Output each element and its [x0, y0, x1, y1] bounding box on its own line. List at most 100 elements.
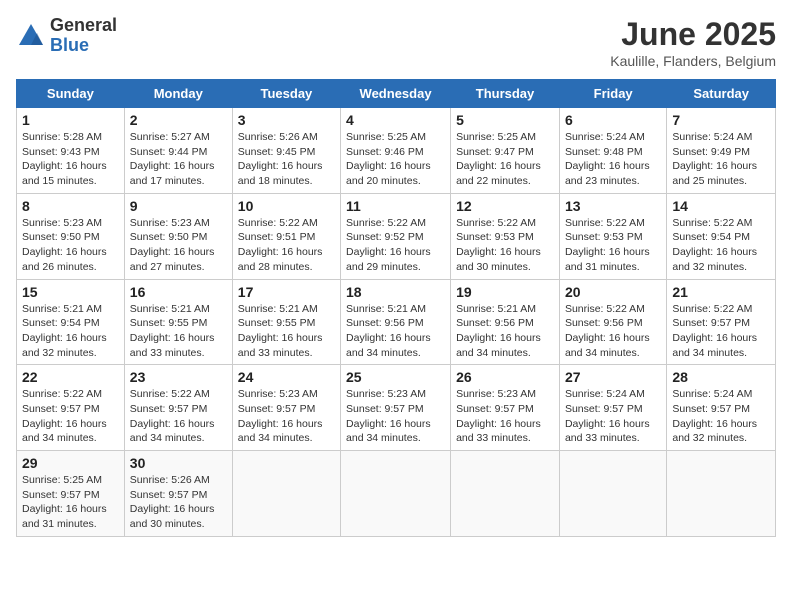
calendar-cell: 19Sunrise: 5:21 AMSunset: 9:56 PMDayligh… [451, 279, 560, 365]
day-info: Sunrise: 5:22 AMSunset: 9:52 PMDaylight:… [346, 216, 445, 275]
calendar-cell: 29 Sunrise: 5:25 AMSunset: 9:57 PMDayligh… [17, 451, 125, 537]
day-number: 21 [672, 284, 770, 300]
day-info: Sunrise: 5:22 AMSunset: 9:57 PMDaylight:… [672, 302, 770, 361]
header-monday: Monday [124, 80, 232, 108]
title-block: June 2025 Kaulille, Flanders, Belgium [610, 16, 776, 69]
day-info: Sunrise: 5:23 AMSunset: 9:50 PMDaylight:… [22, 216, 119, 275]
calendar-cell: 21 Sunrise: 5:22 AMSunset: 9:57 PMDayligh… [667, 279, 776, 365]
day-info: Sunrise: 5:21 AMSunset: 9:56 PMDaylight:… [346, 302, 445, 361]
month-title: June 2025 [610, 16, 776, 53]
day-number: 13 [565, 198, 661, 214]
day-info: Sunrise: 5:24 AMSunset: 9:48 PMDaylight:… [565, 130, 661, 189]
calendar-table: SundayMondayTuesdayWednesdayThursdayFrid… [16, 79, 776, 537]
header-saturday: Saturday [667, 80, 776, 108]
calendar-cell [341, 451, 451, 537]
header-thursday: Thursday [451, 80, 560, 108]
calendar-cell: 15 Sunrise: 5:21 AMSunset: 9:54 PMDayligh… [17, 279, 125, 365]
logo-icon [16, 21, 46, 51]
day-number: 6 [565, 112, 661, 128]
logo: General Blue [16, 16, 117, 56]
day-number: 28 [672, 369, 770, 385]
day-info: Sunrise: 5:24 AMSunset: 9:57 PMDaylight:… [565, 387, 661, 446]
day-info: Sunrise: 5:23 AMSunset: 9:57 PMDaylight:… [346, 387, 445, 446]
day-number: 3 [238, 112, 335, 128]
day-number: 8 [22, 198, 119, 214]
day-number: 18 [346, 284, 445, 300]
calendar-week-row: 29 Sunrise: 5:25 AMSunset: 9:57 PMDayligh… [17, 451, 776, 537]
day-number: 23 [130, 369, 227, 385]
calendar-cell: 5Sunrise: 5:25 AMSunset: 9:47 PMDaylight… [451, 108, 560, 194]
calendar-cell: 30 Sunrise: 5:26 AMSunset: 9:57 PMDayligh… [124, 451, 232, 537]
calendar-header-row: SundayMondayTuesdayWednesdayThursdayFrid… [17, 80, 776, 108]
calendar-cell: 3Sunrise: 5:26 AMSunset: 9:45 PMDaylight… [232, 108, 340, 194]
day-info: Sunrise: 5:21 AMSunset: 9:54 PMDaylight:… [22, 302, 119, 361]
calendar-cell: 23 Sunrise: 5:22 AMSunset: 9:57 PMDayligh… [124, 365, 232, 451]
day-number: 22 [22, 369, 119, 385]
calendar-week-row: 1 Sunrise: 5:28 AMSunset: 9:43 PMDaylight… [17, 108, 776, 194]
day-info: Sunrise: 5:24 AMSunset: 9:57 PMDaylight:… [672, 387, 770, 446]
day-number: 15 [22, 284, 119, 300]
calendar-cell: 24 Sunrise: 5:23 AMSunset: 9:57 PMDayligh… [232, 365, 340, 451]
day-number: 7 [672, 112, 770, 128]
day-info: Sunrise: 5:22 AMSunset: 9:56 PMDaylight:… [565, 302, 661, 361]
logo-text: General Blue [50, 16, 117, 56]
day-number: 9 [130, 198, 227, 214]
page-header: General Blue June 2025 Kaulille, Flander… [16, 16, 776, 69]
day-number: 30 [130, 455, 227, 471]
calendar-cell: 16 Sunrise: 5:21 AMSunset: 9:55 PMDayligh… [124, 279, 232, 365]
day-info: Sunrise: 5:28 AMSunset: 9:43 PMDaylight:… [22, 130, 119, 189]
day-number: 24 [238, 369, 335, 385]
calendar-cell: 6 Sunrise: 5:24 AMSunset: 9:48 PMDaylight… [559, 108, 666, 194]
day-number: 25 [346, 369, 445, 385]
day-info: Sunrise: 5:21 AMSunset: 9:55 PMDaylight:… [130, 302, 227, 361]
day-number: 10 [238, 198, 335, 214]
header-wednesday: Wednesday [341, 80, 451, 108]
day-number: 26 [456, 369, 554, 385]
location-label: Kaulille, Flanders, Belgium [610, 53, 776, 69]
calendar-cell [232, 451, 340, 537]
calendar-cell: 28 Sunrise: 5:24 AMSunset: 9:57 PMDayligh… [667, 365, 776, 451]
calendar-cell: 18 Sunrise: 5:21 AMSunset: 9:56 PMDayligh… [341, 279, 451, 365]
calendar-cell [451, 451, 560, 537]
calendar-week-row: 15 Sunrise: 5:21 AMSunset: 9:54 PMDayligh… [17, 279, 776, 365]
day-info: Sunrise: 5:25 AMSunset: 9:57 PMDaylight:… [22, 473, 119, 532]
calendar-cell: 11 Sunrise: 5:22 AMSunset: 9:52 PMDayligh… [341, 193, 451, 279]
logo-blue-label: Blue [50, 36, 117, 56]
day-number: 4 [346, 112, 445, 128]
header-sunday: Sunday [17, 80, 125, 108]
calendar-cell: 14Sunrise: 5:22 AMSunset: 9:54 PMDayligh… [667, 193, 776, 279]
day-info: Sunrise: 5:27 AMSunset: 9:44 PMDaylight:… [130, 130, 227, 189]
day-number: 1 [22, 112, 119, 128]
calendar-cell [667, 451, 776, 537]
day-info: Sunrise: 5:22 AMSunset: 9:57 PMDaylight:… [22, 387, 119, 446]
day-info: Sunrise: 5:21 AMSunset: 9:56 PMDaylight:… [456, 302, 554, 361]
calendar-cell: 10Sunrise: 5:22 AMSunset: 9:51 PMDayligh… [232, 193, 340, 279]
calendar-cell: 2Sunrise: 5:27 AMSunset: 9:44 PMDaylight… [124, 108, 232, 194]
calendar-cell: 17 Sunrise: 5:21 AMSunset: 9:55 PMDayligh… [232, 279, 340, 365]
day-number: 20 [565, 284, 661, 300]
calendar-cell: 13Sunrise: 5:22 AMSunset: 9:53 PMDayligh… [559, 193, 666, 279]
day-info: Sunrise: 5:22 AMSunset: 9:53 PMDaylight:… [456, 216, 554, 275]
calendar-week-row: 22 Sunrise: 5:22 AMSunset: 9:57 PMDayligh… [17, 365, 776, 451]
calendar-week-row: 8 Sunrise: 5:23 AMSunset: 9:50 PMDaylight… [17, 193, 776, 279]
day-number: 17 [238, 284, 335, 300]
calendar-cell: 26 Sunrise: 5:23 AMSunset: 9:57 PMDayligh… [451, 365, 560, 451]
day-info: Sunrise: 5:21 AMSunset: 9:55 PMDaylight:… [238, 302, 335, 361]
day-info: Sunrise: 5:22 AMSunset: 9:54 PMDaylight:… [672, 216, 770, 275]
day-number: 16 [130, 284, 227, 300]
calendar-cell: 27Sunrise: 5:24 AMSunset: 9:57 PMDayligh… [559, 365, 666, 451]
day-info: Sunrise: 5:23 AMSunset: 9:57 PMDaylight:… [238, 387, 335, 446]
day-info: Sunrise: 5:23 AMSunset: 9:57 PMDaylight:… [456, 387, 554, 446]
day-number: 11 [346, 198, 445, 214]
day-number: 5 [456, 112, 554, 128]
calendar-cell: 12Sunrise: 5:22 AMSunset: 9:53 PMDayligh… [451, 193, 560, 279]
day-info: Sunrise: 5:26 AMSunset: 9:57 PMDaylight:… [130, 473, 227, 532]
calendar-cell: 25 Sunrise: 5:23 AMSunset: 9:57 PMDayligh… [341, 365, 451, 451]
day-info: Sunrise: 5:25 AMSunset: 9:46 PMDaylight:… [346, 130, 445, 189]
header-friday: Friday [559, 80, 666, 108]
day-number: 29 [22, 455, 119, 471]
calendar-cell: 8 Sunrise: 5:23 AMSunset: 9:50 PMDaylight… [17, 193, 125, 279]
day-info: Sunrise: 5:22 AMSunset: 9:57 PMDaylight:… [130, 387, 227, 446]
calendar-cell [559, 451, 666, 537]
calendar-cell: 20 Sunrise: 5:22 AMSunset: 9:56 PMDayligh… [559, 279, 666, 365]
